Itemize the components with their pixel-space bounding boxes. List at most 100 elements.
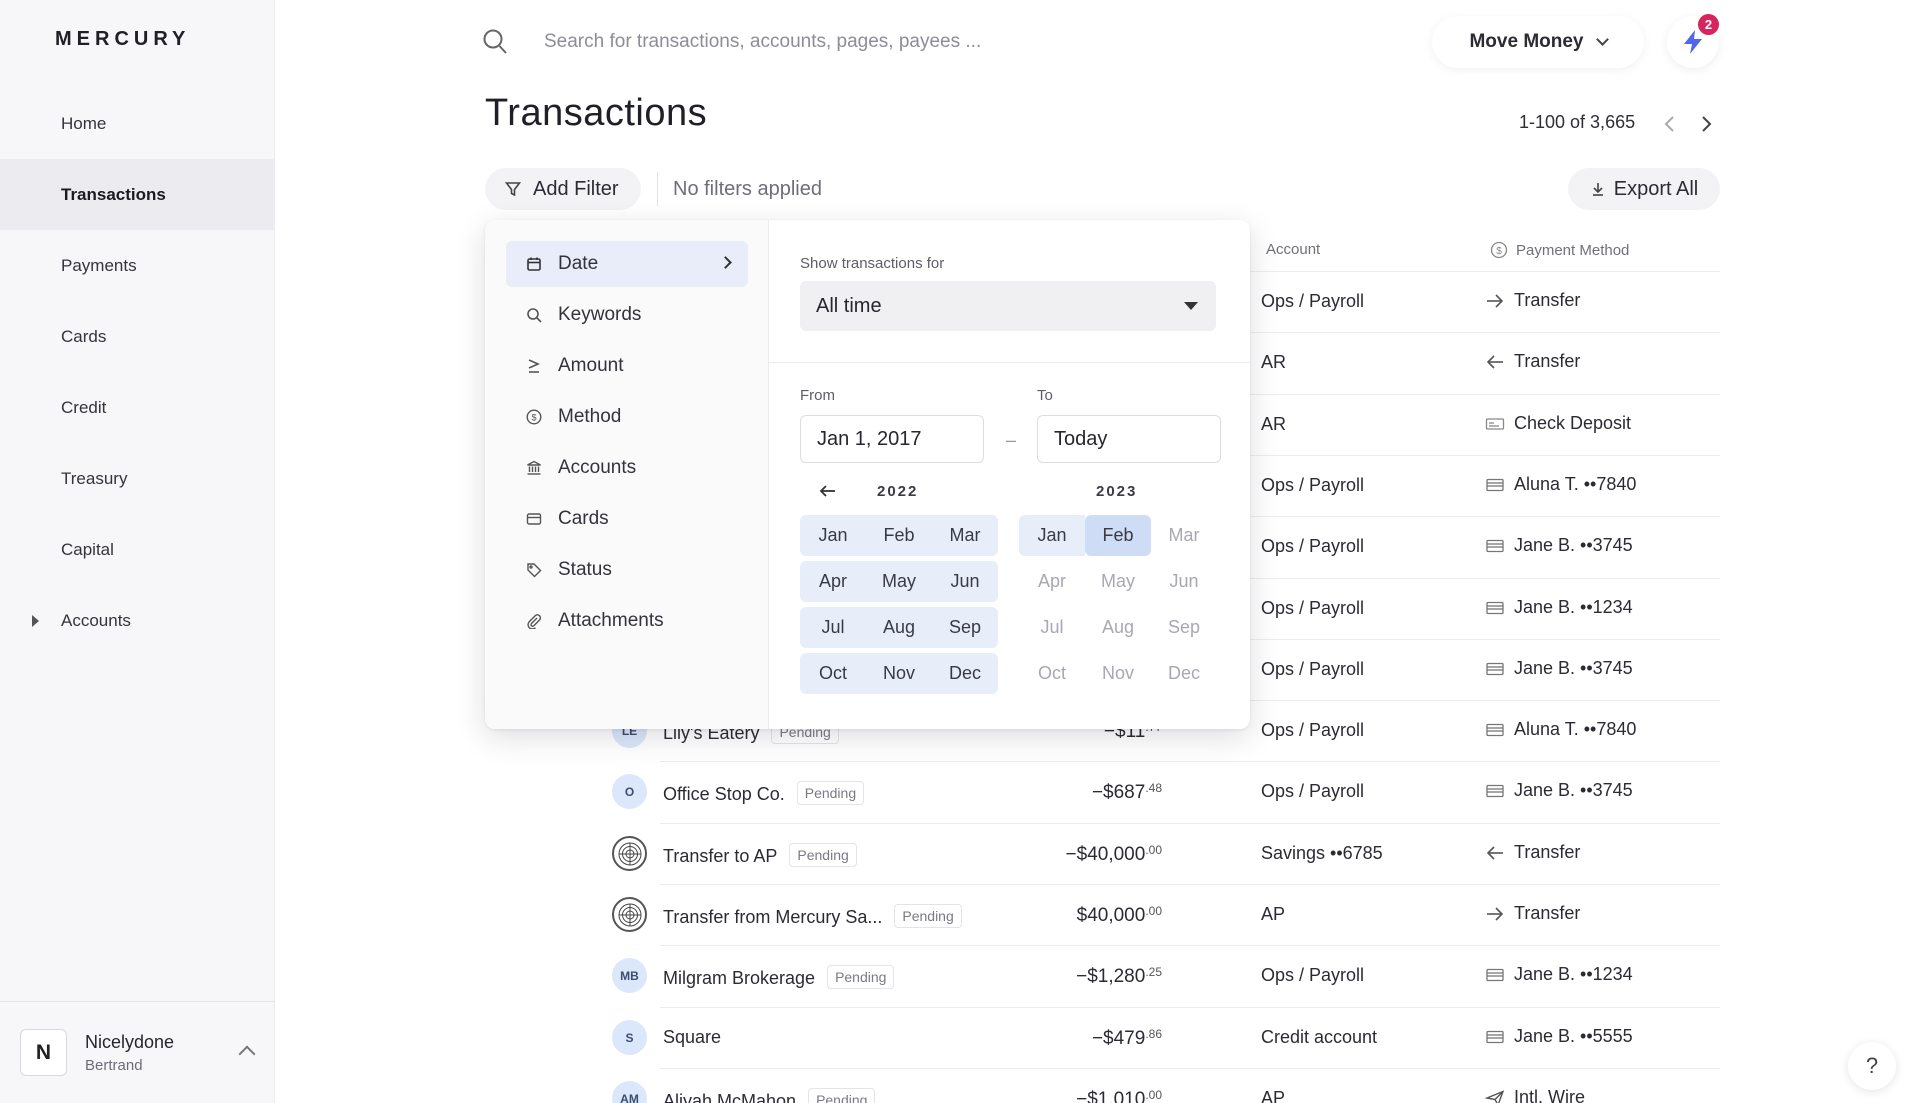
account-cell: Ops / Payroll — [1261, 965, 1365, 985]
org-switcher[interactable]: N Nicelydone Bertrand — [0, 1001, 275, 1103]
merchant-name: Square — [663, 1027, 722, 1047]
caret-right-icon[interactable] — [32, 614, 39, 627]
month-cell[interactable]: Jan — [800, 515, 866, 556]
table-row[interactable]: Milgram Brokerage Pending −$1,280.25 Ops / … — [660, 945, 1720, 1006]
table-row[interactable]: Office Stop Co. Pending −$687.48 Ops / Payr… — [660, 761, 1720, 822]
month-cell[interactable]: May — [866, 561, 932, 602]
transaction-name: Milgram Brokerage Pending — [663, 965, 895, 989]
status-badge: Pending — [789, 843, 857, 867]
payment-method-text: Aluna T. ••7840 — [1514, 474, 1637, 494]
merchant-name: Aliyah McMahon — [663, 1091, 797, 1103]
filter-status: No filters applied — [673, 178, 822, 200]
filter-menu-amount[interactable]: Amount — [506, 343, 748, 389]
month-cell: May — [1100, 571, 1135, 591]
month-cell[interactable]: Sep — [932, 607, 998, 648]
sidebar-item-home[interactable]: Home — [0, 88, 275, 159]
chevron-left-icon[interactable] — [1660, 114, 1680, 134]
column-header-payment-method[interactable]: $ Payment Method — [1490, 241, 1629, 259]
month-cell[interactable]: Nov — [866, 653, 932, 694]
amount-cents: .00 — [1145, 843, 1162, 857]
add-filter-button[interactable]: Add Filter — [485, 168, 641, 210]
account-cell: Savings ••6785 — [1261, 843, 1383, 863]
filter-menu-accounts[interactable]: Accounts — [506, 445, 748, 491]
arrow-left-icon — [1485, 845, 1505, 861]
filter-menu-date[interactable]: Date — [506, 241, 748, 287]
amount-cents: .25 — [1145, 965, 1162, 979]
month-cell[interactable]: Mar — [932, 515, 998, 556]
filter-menu-keywords[interactable]: Keywords — [506, 292, 748, 338]
month-cell: Nov — [1101, 663, 1134, 683]
payment-method-label: Payment Method — [1516, 241, 1630, 259]
month-cell[interactable]: Dec — [932, 653, 998, 694]
chevron-right-icon[interactable] — [1696, 114, 1716, 134]
range-dash: – — [1006, 430, 1017, 450]
arrow-left-icon[interactable] — [818, 483, 838, 499]
payment-method-cell: Aluna T. ••7840 — [1485, 719, 1636, 740]
month-cell[interactable]: Aug — [866, 607, 932, 648]
sidebar-item-payments[interactable]: Payments — [0, 230, 275, 301]
to-date-input[interactable] — [1037, 415, 1221, 463]
card-icon — [1485, 538, 1505, 554]
mercury-logo[interactable]: MERCURY — [55, 28, 190, 51]
amount: −$1,280.25 — [1076, 965, 1162, 988]
chevron-up-icon[interactable] — [238, 1045, 256, 1063]
sidebar-item-accounts[interactable]: Accounts — [0, 585, 275, 656]
from-date-input[interactable] — [800, 415, 984, 463]
sidebar-item-transactions[interactable]: Transactions — [0, 159, 275, 230]
table-row[interactable]: Square −$479.86 Credit account Jane B. ••55… — [660, 1007, 1720, 1068]
transaction-name: Office Stop Co. Pending — [663, 781, 865, 805]
search-input[interactable] — [544, 24, 1104, 60]
month-cell[interactable]: Jul — [800, 607, 866, 648]
filter-menu-method[interactable]: $ Method — [506, 394, 748, 440]
month-cell[interactable]: Apr — [800, 561, 866, 602]
mercury-seal-icon — [612, 897, 647, 932]
merchant-name: Transfer to AP — [663, 846, 778, 866]
download-icon — [1592, 183, 1603, 196]
month-cell[interactable]: Feb — [866, 515, 932, 556]
month-cell[interactable]: Jun — [932, 561, 998, 602]
search-icon — [524, 307, 544, 323]
greater-equal-icon — [524, 358, 544, 374]
divider — [769, 362, 1250, 363]
org-text: Nicelydone Bertrand — [85, 1032, 174, 1074]
payment-method-cell: Check Deposit — [1485, 413, 1631, 434]
month-cell[interactable]: Feb — [1085, 515, 1151, 556]
month-cell[interactable]: Oct — [800, 653, 866, 694]
payment-method-text: Transfer — [1514, 290, 1581, 310]
column-header-account[interactable]: Account — [1266, 241, 1320, 258]
payment-method-cell: Transfer — [1485, 290, 1580, 311]
amount: −$1,010.00 — [1076, 1088, 1162, 1103]
account-cell: Ops / Payroll — [1261, 475, 1365, 495]
sidebar-item-label: Credit — [61, 397, 107, 417]
table-row[interactable]: Transfer from Mercury Sa... Pending $40,00… — [660, 884, 1720, 945]
sidebar-item-treasury[interactable]: Treasury — [0, 443, 275, 514]
payment-method-text: Jane B. ••5555 — [1514, 1026, 1633, 1046]
sidebar-item-label: Cards — [61, 326, 107, 346]
sidebar-nav: Home Transactions Payments Cards Credit … — [0, 88, 275, 656]
payment-method-text: Intl. Wire — [1514, 1087, 1586, 1103]
filter-menu-attachments[interactable]: Attachments — [506, 598, 748, 644]
payment-method-text: Aluna T. ••7840 — [1514, 719, 1637, 739]
filter-menu-label: Amount — [558, 355, 624, 376]
month-cell: Apr — [1037, 571, 1066, 591]
avatar: S — [612, 1020, 647, 1055]
filter-menu-cards[interactable]: Cards — [506, 496, 748, 542]
show-transactions-label: Show transactions for — [800, 255, 945, 272]
svg-text:$: $ — [1496, 246, 1502, 257]
sidebar-item-capital[interactable]: Capital — [0, 514, 275, 585]
table-row[interactable]: Transfer to AP Pending −$40,000.00 Savings … — [660, 823, 1720, 884]
date-range-value: All time — [816, 294, 882, 317]
card-icon — [1485, 661, 1505, 677]
sidebar-item-credit[interactable]: Credit — [0, 372, 275, 443]
month-cell[interactable]: Jan — [1019, 515, 1085, 556]
move-money-button[interactable]: Move Money — [1432, 16, 1644, 68]
export-all-button[interactable]: Export All — [1568, 168, 1720, 210]
status-badge: Pending — [808, 1088, 876, 1103]
table-row[interactable]: Aliyah McMahon Pending −$1,010.00 AP Intl. W… — [660, 1068, 1720, 1103]
filter-menu-status[interactable]: Status — [506, 547, 748, 593]
transaction-name: Transfer to AP Pending — [663, 843, 857, 867]
date-range-select[interactable]: All time — [800, 281, 1216, 331]
sidebar-item-cards[interactable]: Cards — [0, 301, 275, 372]
help-button[interactable]: ? — [1848, 1042, 1896, 1090]
payment-method-text: Transfer — [1514, 351, 1581, 371]
